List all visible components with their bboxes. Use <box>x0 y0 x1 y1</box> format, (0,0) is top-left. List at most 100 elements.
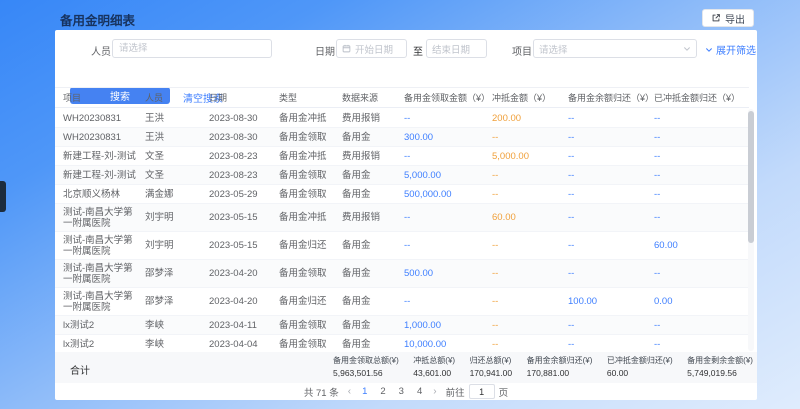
table-cell: 备用金领取 <box>279 336 342 352</box>
scrollbar-thumb[interactable] <box>748 111 754 243</box>
table-cell: -- <box>404 294 492 310</box>
table-cell: 满金娜 <box>145 186 209 202</box>
project-select[interactable]: 请选择 <box>533 39 697 58</box>
table-cell: 500.00 <box>404 266 492 282</box>
table-cell: WH20230831 <box>63 110 145 126</box>
start-date-input[interactable]: 开始日期 <box>336 39 407 58</box>
summary-stat: 备用金领取总额(¥)5,963,501.56 <box>333 355 399 378</box>
table-cell: 10,000.00 <box>404 336 492 352</box>
page-button-2[interactable]: 2 <box>378 386 387 397</box>
table-cell: WH20230831 <box>63 129 145 145</box>
sidebar-collapse-handle[interactable] <box>0 181 6 212</box>
table-cell: 备用金领取 <box>279 167 342 183</box>
column-header: 类型 <box>279 91 342 104</box>
table-cell: 备用金 <box>342 186 404 202</box>
table-cell: 备用金 <box>342 129 404 145</box>
table-cell: 刘宇明 <box>145 238 209 254</box>
table-body: WH20230831王洪2023-08-30备用金冲抵费用报销--200.00-… <box>55 109 749 352</box>
summary-stat-value: 170,941.00 <box>470 368 513 378</box>
table-cell: -- <box>492 317 568 333</box>
table-cell: -- <box>568 210 654 226</box>
table-cell: -- <box>404 238 492 254</box>
table-cell: 李峡 <box>145 317 209 333</box>
column-header: 日期 <box>209 91 279 104</box>
chevron-down-icon <box>705 46 713 54</box>
export-icon <box>711 13 721 23</box>
page-button-4[interactable]: 4 <box>415 386 424 397</box>
table-cell: -- <box>492 129 568 145</box>
table-cell: -- <box>492 266 568 282</box>
table-cell: 测试-南昌大学第一附属医院 <box>63 204 145 231</box>
summary-stat-value: 5,749,019.56 <box>687 368 753 378</box>
table-cell: -- <box>492 186 568 202</box>
table-cell: 测试-南昌大学第一附属医院 <box>63 260 145 287</box>
expand-filters-link[interactable]: 展开筛选 <box>705 42 756 57</box>
table-row: lx测试2李峡2023-04-11备用金领取备用金1,000.00------ <box>55 316 749 335</box>
table-row: lx测试2李峡2023-04-04备用金领取备用金10,000.00------ <box>55 335 749 352</box>
page-button-1[interactable]: 1 <box>360 386 369 397</box>
table-cell: 刘宇明 <box>145 210 209 226</box>
summary-stat: 备用金余额归还(¥)170,881.00 <box>527 355 593 378</box>
summary-stats: 备用金领取总额(¥)5,963,501.56冲抵总额(¥)43,601.00归还… <box>333 355 753 378</box>
end-date-placeholder: 结束日期 <box>432 42 470 56</box>
summary-stat-value: 60.00 <box>607 368 673 378</box>
table-row: 测试-南昌大学第一附属医院邵梦泽2023-04-20备用金领取备用金500.00… <box>55 260 749 288</box>
table-cell: 备用金 <box>342 238 404 254</box>
table-scrollbar[interactable] <box>748 109 754 351</box>
table-row: 新建工程-刘-测试文圣2023-08-23备用金领取备用金5,000.00---… <box>55 166 749 185</box>
table-cell: 2023-08-23 <box>209 167 279 183</box>
table-cell: 60.00 <box>492 210 568 226</box>
column-header: 冲抵金额（¥） <box>492 91 568 104</box>
table-cell: 500,000.00 <box>404 186 492 202</box>
table-cell: -- <box>568 238 654 254</box>
table-cell: lx测试2 <box>63 317 145 333</box>
table-row: WH20230831王洪2023-08-30备用金冲抵费用报销--200.00-… <box>55 109 749 128</box>
prev-page-icon[interactable]: ‹ <box>348 386 351 397</box>
column-header: 项目 <box>63 91 145 104</box>
table-cell: 备用金 <box>342 294 404 310</box>
table-cell: 2023-05-15 <box>209 210 279 226</box>
project-placeholder: 请选择 <box>539 42 568 56</box>
table-cell: 备用金 <box>342 336 404 352</box>
table-header: 项目 人员 日期 类型 数据来源 备用金领取金额（¥） 冲抵金额（¥） 备用金余… <box>55 87 749 108</box>
table-cell: 备用金冲抵 <box>279 148 342 164</box>
export-button[interactable]: 导出 <box>702 9 754 27</box>
table-cell: 备用金领取 <box>279 266 342 282</box>
table-cell: 北京顺义杨林 <box>63 186 145 202</box>
table-cell: 王洪 <box>145 129 209 145</box>
table-cell: -- <box>568 167 654 183</box>
table-cell: -- <box>568 186 654 202</box>
table-cell: 文圣 <box>145 148 209 164</box>
table-cell: 备用金 <box>342 266 404 282</box>
page-button-3[interactable]: 3 <box>397 386 406 397</box>
project-label: 项目 <box>512 43 532 58</box>
pagination: 共 71 条 ‹ 1234 › 前往 页 <box>55 383 757 400</box>
table-cell: 备用金 <box>342 167 404 183</box>
table-cell: 费用报销 <box>342 148 404 164</box>
table-cell: 2023-05-29 <box>209 186 279 202</box>
goto-page-input[interactable] <box>469 384 495 399</box>
date-label: 日期 <box>315 43 335 58</box>
column-header: 数据来源 <box>342 91 404 104</box>
table-cell: 2023-05-15 <box>209 238 279 254</box>
table-cell: 李峡 <box>145 336 209 352</box>
table-cell: 60.00 <box>654 238 746 254</box>
table-cell: -- <box>492 336 568 352</box>
pagination-pages: 1234 <box>360 386 424 397</box>
table-cell: 费用报销 <box>342 210 404 226</box>
next-page-icon[interactable]: › <box>433 386 436 397</box>
column-header: 备用金余额归还（¥） <box>568 91 654 104</box>
table-cell: 2023-04-11 <box>209 317 279 333</box>
table-cell: 2023-08-23 <box>209 148 279 164</box>
content-card: 人员 日期 开始日期 至 结束日期 项目 请选择 展开筛选 搜索 清空搜索 项目… <box>55 30 757 400</box>
person-input[interactable] <box>112 39 272 58</box>
table-cell: -- <box>568 266 654 282</box>
summary-total-label: 合计 <box>70 362 90 377</box>
table-cell: 备用金归还 <box>279 294 342 310</box>
date-to-label: 至 <box>413 43 423 58</box>
summary-stat-value: 170,881.00 <box>527 368 593 378</box>
table-row: 北京顺义杨林满金娜2023-05-29备用金领取备用金500,000.00---… <box>55 185 749 204</box>
table-cell: -- <box>404 110 492 126</box>
calendar-icon <box>342 44 351 53</box>
end-date-input[interactable]: 结束日期 <box>426 39 487 58</box>
